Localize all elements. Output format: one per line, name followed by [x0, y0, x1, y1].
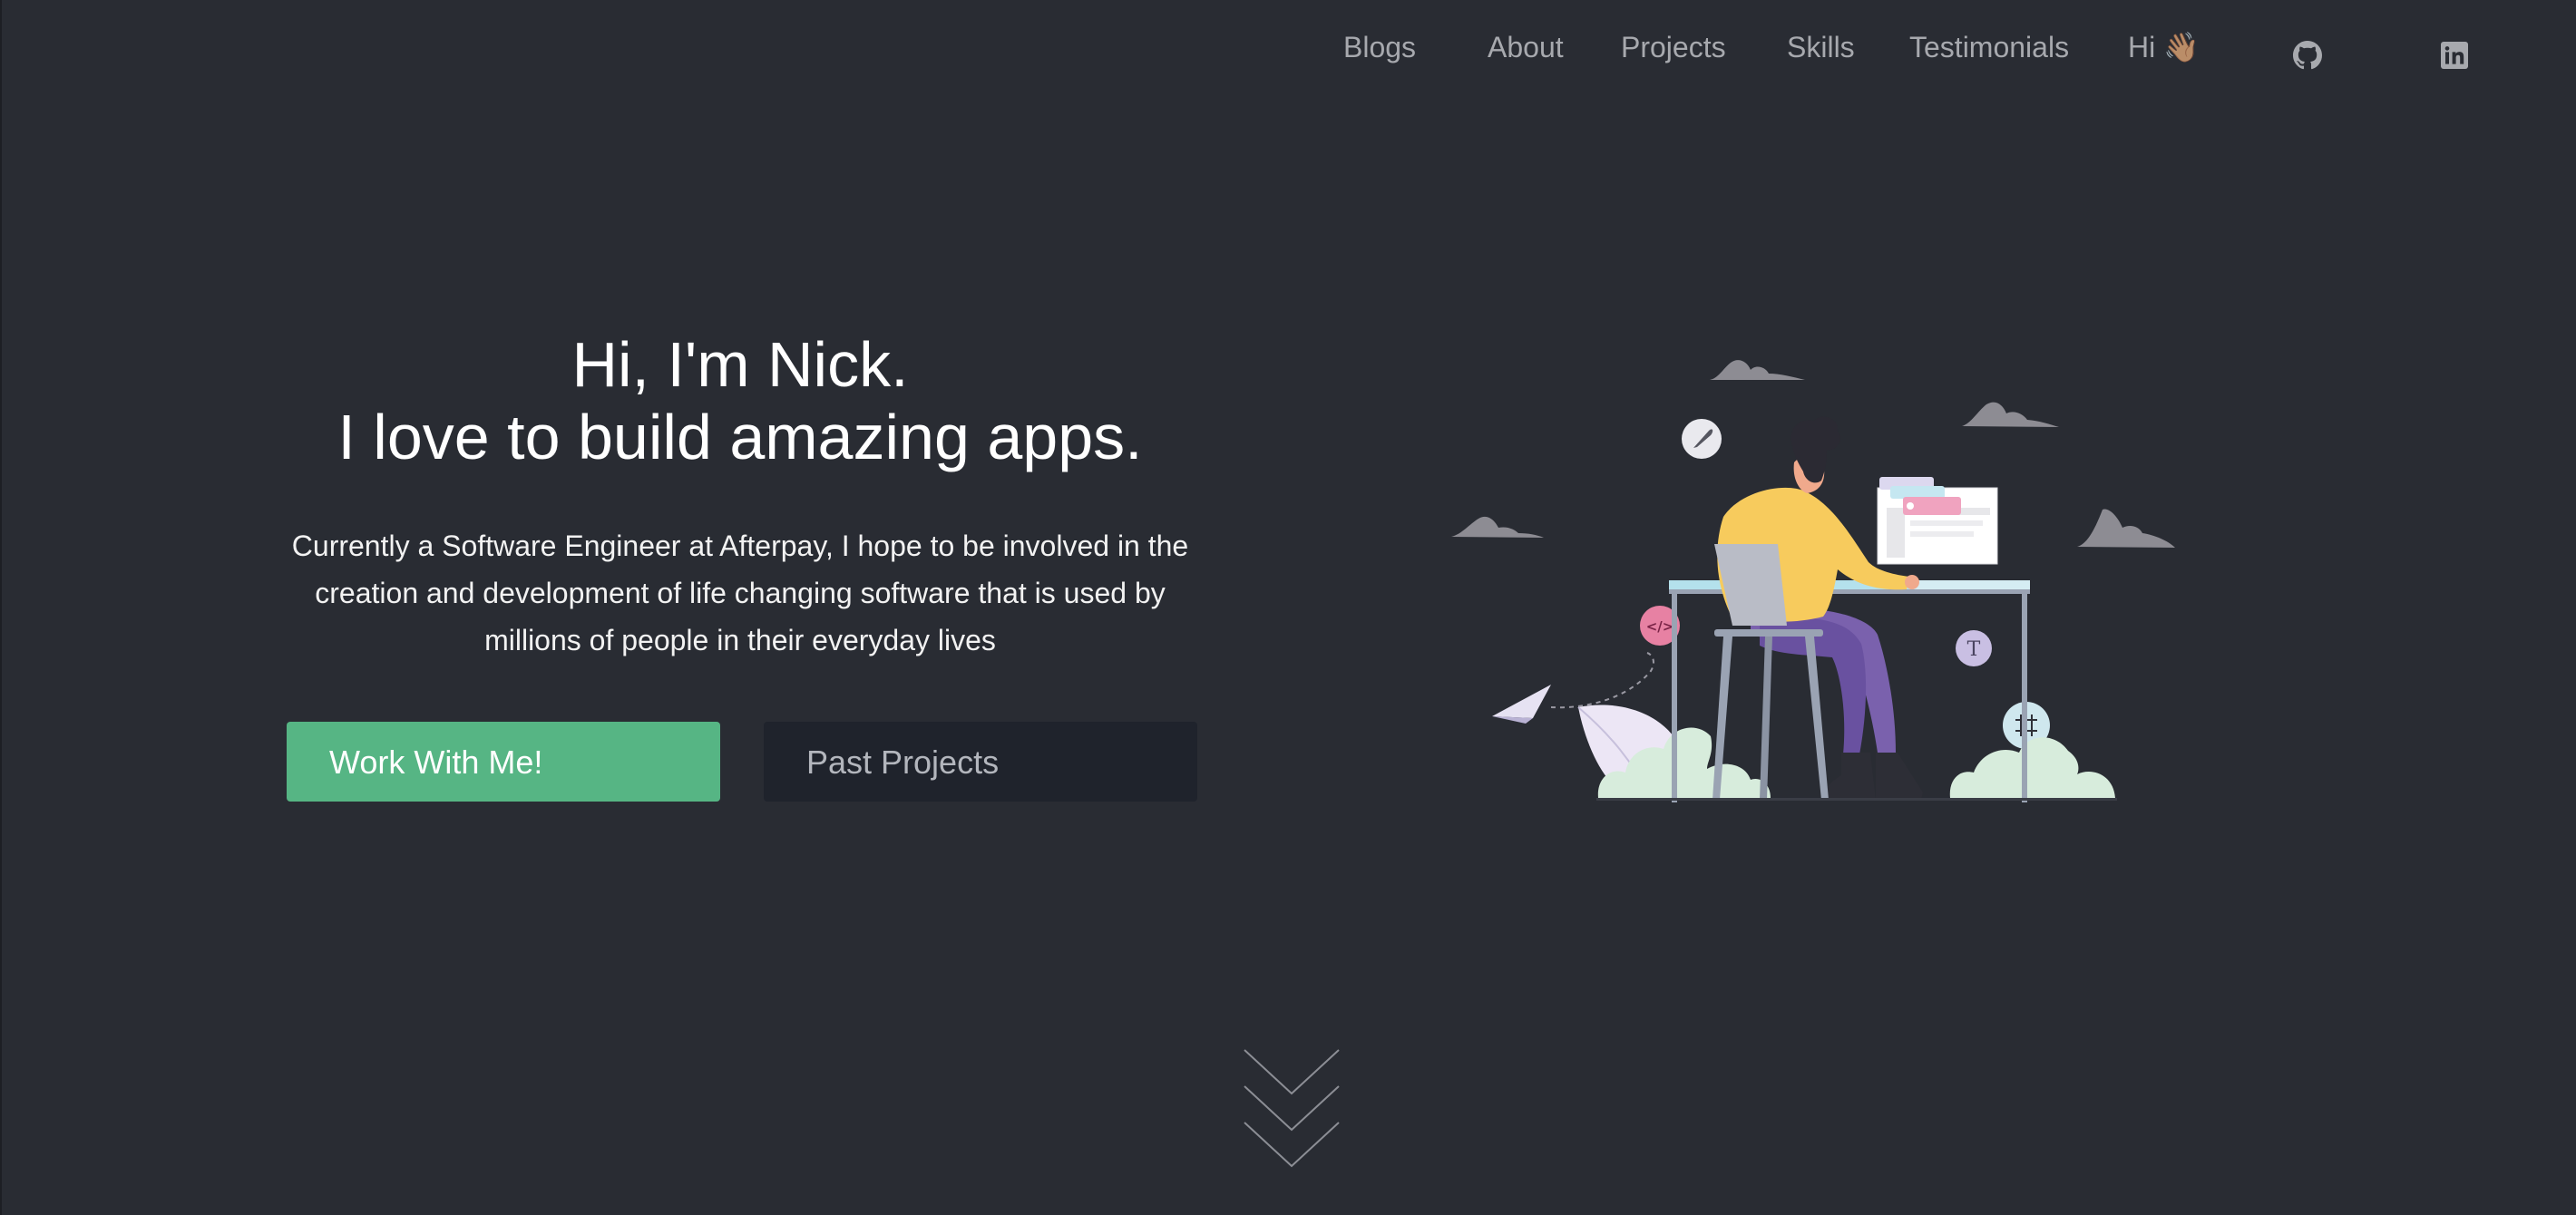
ground-line	[1596, 798, 2117, 801]
hero-subtitle: Currently a Software Engineer at Afterpa…	[291, 530, 1189, 656]
scroll-down-chevrons-icon[interactable]	[1241, 1046, 1342, 1170]
page-left-edge	[0, 0, 2, 1215]
linkedin-icon	[2441, 42, 2468, 69]
svg-text:</>: </>	[1646, 618, 1674, 635]
hero-title: Hi, I'm Nick. I love to build amazing ap…	[287, 328, 1194, 473]
work-with-me-button[interactable]: Work With Me!	[287, 722, 720, 802]
developer-at-desk-illustration: </> T	[1451, 360, 2175, 802]
hero-title-line-1: Hi, I'm Nick.	[571, 329, 909, 400]
nav-link-blogs[interactable]: Blogs	[1343, 20, 1416, 74]
past-projects-button[interactable]: Past Projects	[764, 722, 1197, 802]
github-icon	[2293, 41, 2322, 70]
hero-title-line-2: I love to build amazing apps.	[337, 402, 1143, 472]
type-badge: T	[1956, 630, 1992, 666]
nav-link-about[interactable]: About	[1488, 20, 1564, 74]
nav-link-hi[interactable]: Hi 👋🏽	[2128, 20, 2200, 74]
feather-badge	[1682, 419, 1722, 459]
linkedin-link[interactable]	[2440, 33, 2469, 69]
browser-windows	[1877, 477, 1998, 565]
nav-link-projects[interactable]: Projects	[1621, 20, 1726, 74]
github-link[interactable]	[2293, 33, 2322, 70]
nav-link-skills[interactable]: Skills	[1787, 20, 1855, 74]
svg-text:T: T	[1967, 638, 1981, 661]
top-navigation: Blogs About Projects Skills Testimonials…	[1306, 20, 2522, 74]
nav-link-testimonials[interactable]: Testimonials	[1909, 20, 2069, 74]
